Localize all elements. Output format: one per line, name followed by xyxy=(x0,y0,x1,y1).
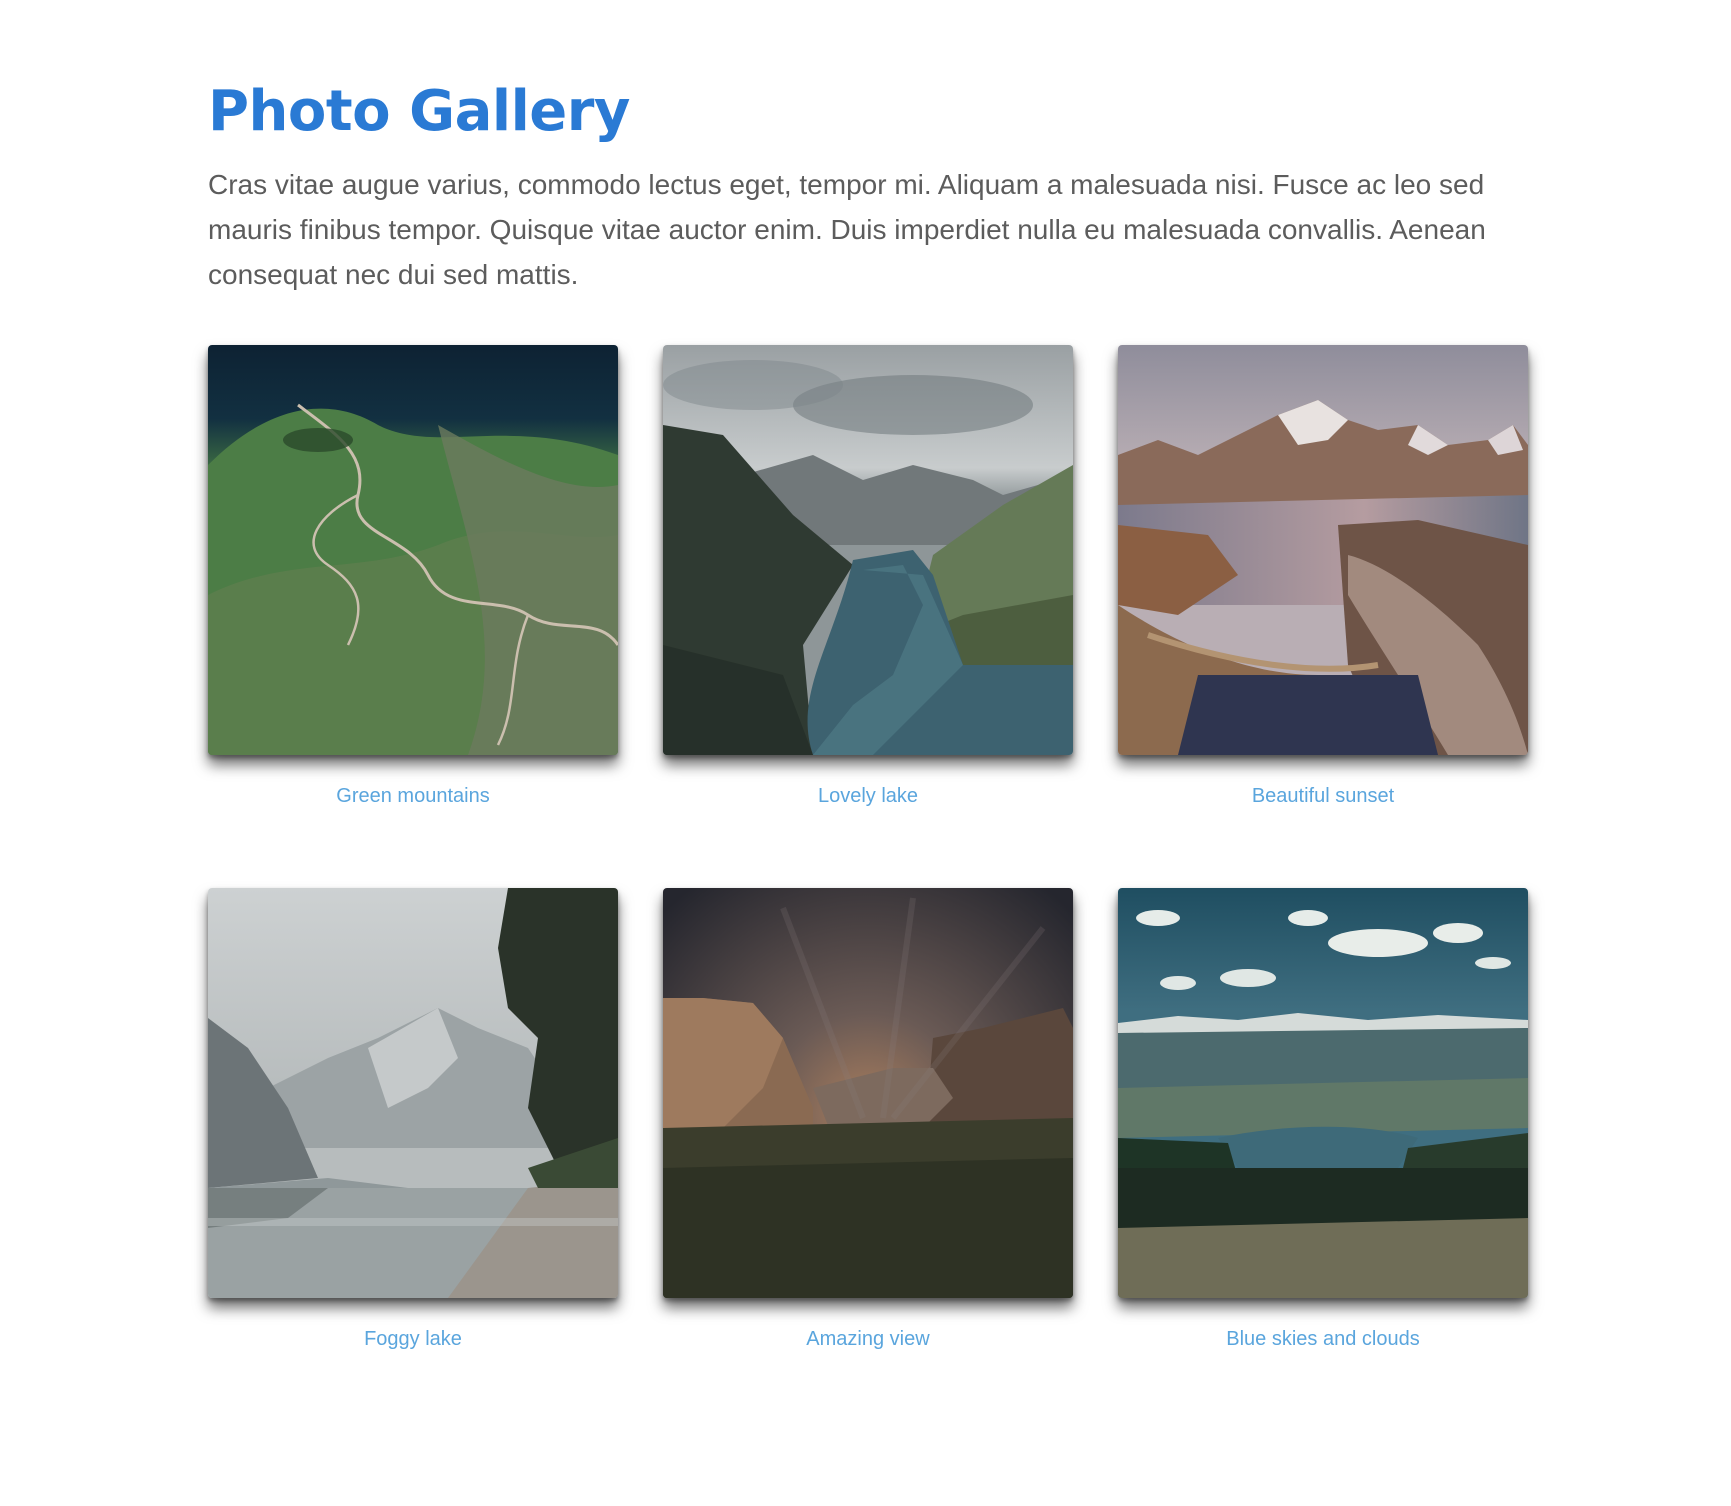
gallery-item-blue-skies[interactable]: Blue skies and clouds xyxy=(1118,888,1528,1431)
photo-amazing-view[interactable] xyxy=(663,888,1073,1298)
photo-foggy-lake[interactable] xyxy=(208,888,618,1298)
gallery-item-green-mountains[interactable]: Green mountains xyxy=(208,345,618,888)
page-title: Photo Gallery xyxy=(208,79,630,144)
photo-caption: Green mountains xyxy=(336,785,490,807)
intro-paragraph: Cras vitae augue varius, commodo lectus … xyxy=(208,169,1486,290)
gallery-item-foggy-lake[interactable]: Foggy lake xyxy=(208,888,618,1431)
photo-beautiful-sunset[interactable] xyxy=(1118,345,1528,755)
photo-caption: Lovely lake xyxy=(817,785,919,807)
gallery-item-lovely-lake[interactable]: Lovely lake xyxy=(663,345,1073,888)
photo-caption: Amazing view xyxy=(806,1328,930,1350)
page-header: Photo Gallery Cras vitae augue varius, c… xyxy=(208,70,1528,297)
photo-grid: Green mountains Lovely lake Beautiful su… xyxy=(208,345,1528,1431)
photo-green-mountains[interactable] xyxy=(208,345,618,755)
photo-lovely-lake[interactable] xyxy=(663,345,1073,755)
gallery-item-amazing-view[interactable]: Amazing view xyxy=(663,888,1073,1431)
photo-blue-skies[interactable] xyxy=(1118,888,1528,1298)
photo-caption: Blue skies and clouds xyxy=(1226,1328,1420,1350)
photo-caption: Foggy lake xyxy=(364,1328,462,1350)
photo-caption: Beautiful sunset xyxy=(1251,785,1395,807)
gallery-item-beautiful-sunset[interactable]: Beautiful sunset xyxy=(1118,345,1528,888)
